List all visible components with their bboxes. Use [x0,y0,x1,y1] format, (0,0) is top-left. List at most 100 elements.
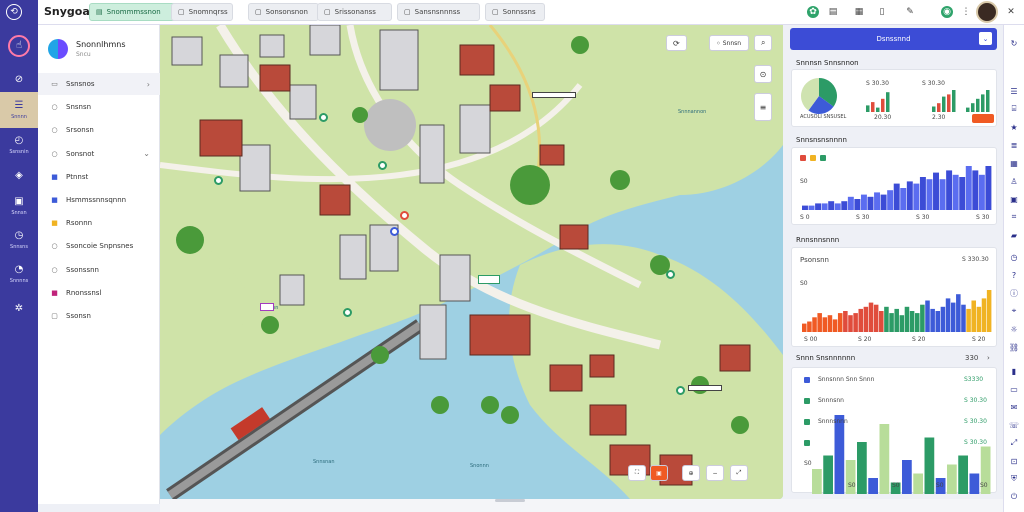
map-pin[interactable] [676,386,685,395]
revenue-bar [935,311,941,332]
sidebar-item-2[interactable]: ○ Snsnsn [38,96,160,118]
sidebar-item-8[interactable]: ○ Ssoncoie Snpnsnes [38,235,160,257]
user-icon[interactable]: ♙ [1008,175,1020,187]
map-pin[interactable] [390,227,399,236]
calendar-icon[interactable]: ▦ [853,6,865,18]
tab-2[interactable]: ▢ Snomnqrss [171,3,233,21]
area-bar [847,196,854,210]
rail-item-6[interactable]: ▣ Snnsn [0,188,38,224]
star-icon[interactable]: ★ [1008,121,1020,133]
expand-icon[interactable]: ⤢ [1008,437,1020,449]
map-locate-button[interactable]: ⟳ [666,35,687,51]
pin-icon[interactable]: ⌖ [1008,305,1020,317]
map-pin[interactable] [400,211,409,220]
map-callout[interactable] [478,275,500,284]
map-control-4[interactable]: − [706,465,724,481]
map-callout[interactable] [688,385,722,391]
lock-icon[interactable]: ⊡ [1008,455,1020,467]
horizontal-scrollbar[interactable] [495,499,525,502]
tag-icon[interactable]: ⌗ [1008,211,1020,223]
chevron-down-icon[interactable]: ⌄ [979,32,992,45]
card1-action-button[interactable] [972,114,994,123]
map-compass-button[interactable]: ⊙ [754,65,772,83]
map-control-2[interactable]: ▣ [650,465,668,481]
sidebar-item-9[interactable]: ○ Ssonssnn [38,259,160,281]
tools-icon[interactable]: ✕ [1005,6,1017,18]
clock-icon[interactable]: ◷ [1008,251,1020,263]
map-pin[interactable] [343,308,352,317]
phone-icon[interactable]: ▯ [876,6,888,18]
chart-icon[interactable]: ▮ [1008,365,1020,377]
map-search-chip[interactable]: ◦ Snnsn [709,35,749,51]
sidebar-item-6[interactable]: ■ Hsmmssnnsqnnn [38,189,160,211]
map-canvas[interactable] [160,25,783,499]
bar [871,102,875,112]
edit-icon[interactable]: ✎ [904,6,916,18]
sidebar-item-7[interactable]: ■ Rsonnn [38,212,160,234]
map-layers-button[interactable]: ≡ [754,93,772,121]
chevron-right-icon[interactable]: › [987,354,990,362]
map-callout[interactable] [532,92,576,98]
chevron-icon: ⌄ [143,149,150,159]
map-pin[interactable] [666,270,675,279]
map-control-3[interactable]: ⊕ [682,465,700,481]
tab-3[interactable]: ▢ Sonsonsnon [248,3,319,21]
revenue-bar [858,308,864,332]
rail-item-7[interactable]: ◷ Snnsns [0,222,38,258]
list-icon[interactable]: ≣ [1008,139,1020,151]
shield-icon[interactable]: ⛨ [1008,473,1020,485]
sidebar-item-10[interactable]: ■ Rnonssnsl [38,282,160,304]
tab-6[interactable]: ▢ Sonnssns [485,3,545,21]
rail-item-3[interactable]: ☰ Snnnn [0,92,38,128]
help-icon[interactable]: ? [1008,269,1020,281]
folder-icon[interactable]: ▭ [1008,383,1020,395]
shield-icon[interactable]: ◉ [941,6,953,18]
rail-item-1[interactable]: ☝ [0,28,38,64]
map-pin[interactable] [214,176,223,185]
revenue-bar [848,315,853,332]
bookmark-icon[interactable]: ⌸ [1008,103,1020,115]
mail-icon[interactable]: ✉ [1008,401,1020,413]
box-icon[interactable]: ▣ [1008,193,1020,205]
refresh-icon[interactable]: ↻ [1008,37,1020,49]
sidebar-item-5[interactable]: ■ Ptnnst [38,166,160,188]
profile[interactable]: Snonnlhmns Sncu [48,37,158,65]
map-pin[interactable] [319,113,328,122]
link-icon[interactable]: ⛓ [1008,341,1020,353]
grid-icon[interactable]: ▦ [1008,157,1020,169]
info-icon[interactable]: ⓘ [1008,287,1020,299]
rail-item-8[interactable]: ◔ Snnnns [0,256,38,292]
phone-icon[interactable]: ☏ [1008,419,1020,431]
filter-icon[interactable]: ☰ [1008,85,1020,97]
area-bar [906,181,913,210]
document-icon[interactable]: ▤ [827,6,839,18]
sidebar-item-4[interactable]: ○ Sonsnot ⌄ [38,143,160,165]
leaf-icon[interactable]: ✿ [807,6,819,18]
power-icon[interactable]: ⏻ [1008,491,1020,503]
more-icon[interactable]: ⋮ [960,6,972,18]
tab-1[interactable]: ▤ Snommmssnon [89,3,178,21]
map-pin[interactable] [378,161,387,170]
sidebar-item-1[interactable]: ▭ Ssnsnos › [38,73,160,95]
map-view[interactable]: ⟳ ◦ Snnsn ⌕ ⊙ ≡ Snnnannon Snnsnan Snonnn … [160,25,783,499]
map-search-button[interactable]: ⌕ [754,35,773,51]
revenue-bar [981,298,987,332]
sidebar-item-3[interactable]: ○ Srsonsn [38,119,160,141]
revenue-card: Psonsnn S 330.30 S0 S 00 S 20 S 20 S 20 [791,247,997,347]
card2-title: Snnsnsnsnnnn [796,136,847,144]
app-logo-icon[interactable]: ⟲ [6,4,22,20]
tab-5[interactable]: ▢ Sansnsnnnss [397,3,480,21]
sidebar-item-11[interactable]: ▢ Ssonsn [38,305,160,327]
revenue-bar [930,308,935,332]
alert-icon[interactable]: ▰ [1008,229,1020,241]
map-control-5[interactable]: ⤢ [730,465,748,481]
map-callout[interactable] [260,303,274,311]
sun-icon[interactable]: ☼ [1008,323,1020,335]
area-bar [880,194,887,210]
avatar[interactable] [976,1,998,23]
tab-4[interactable]: ▢ Srissonanss [317,3,392,21]
dashboard-header[interactable]: Dsnssnnd ⌄ [790,28,997,50]
rail-item-9[interactable]: ✲ [0,291,38,327]
detail-bar [868,478,878,496]
map-control-1[interactable]: ⛶ [628,465,646,481]
